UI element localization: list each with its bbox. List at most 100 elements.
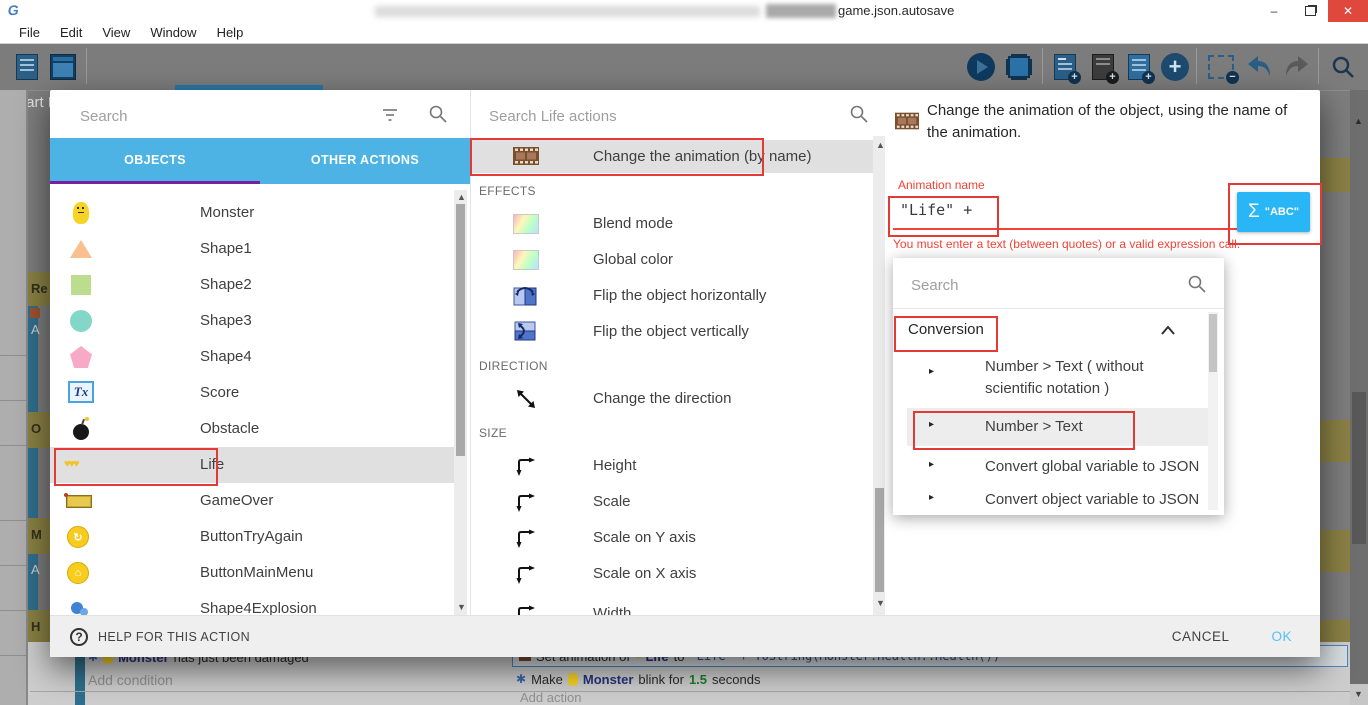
scroll-up-icon[interactable]: ▲: [457, 192, 466, 202]
search-icon[interactable]: [428, 104, 448, 124]
add-comment-icon[interactable]: +: [1086, 50, 1120, 84]
scrollbar-thumb[interactable]: [1209, 314, 1217, 372]
scrollbar-thumb[interactable]: [1352, 392, 1366, 544]
action-label: Scale on X axis: [593, 565, 696, 582]
object-row-buttontryagain[interactable]: ↻ ButtonTryAgain: [50, 519, 454, 555]
event-text-fragment: A: [31, 322, 40, 337]
event-mini-icon: [30, 308, 40, 318]
dialog-footer: ? HELP FOR THIS ACTION CANCEL OK: [50, 615, 1320, 657]
object-row-shape4explosion[interactable]: Shape4Explosion: [50, 591, 454, 615]
action-description: Change the animation of the object, usin…: [927, 100, 1312, 144]
bomb-icon: [68, 416, 94, 442]
object-label: Score: [200, 384, 239, 401]
expression-group-conversion[interactable]: Conversion: [893, 314, 1208, 350]
action-label: Blend mode: [593, 215, 673, 232]
add-event-icon[interactable]: +: [1048, 50, 1082, 84]
object-row-shape1[interactable]: Shape1: [50, 231, 454, 267]
expression-item[interactable]: ▸ Convert global variable to JSON: [893, 450, 1208, 484]
action-row-scale-x[interactable]: Scale on X axis: [471, 556, 871, 592]
menu-help[interactable]: Help: [208, 25, 253, 40]
object-row-score[interactable]: Tx Score: [50, 375, 454, 411]
tab-other-actions[interactable]: OTHER ACTIONS: [260, 138, 470, 181]
action-label: Width: [593, 605, 631, 615]
action-row-global-color[interactable]: Global color: [471, 242, 871, 278]
action-row-width[interactable]: Width: [471, 596, 871, 615]
minimize-button[interactable]: –: [1256, 0, 1292, 22]
search-icon[interactable]: [1187, 274, 1207, 294]
object-row-shape4[interactable]: Shape4: [50, 339, 454, 375]
cancel-button[interactable]: CANCEL: [1172, 629, 1230, 644]
object-row-gameover[interactable]: GameOver: [50, 483, 454, 519]
filter-icon[interactable]: [380, 108, 400, 122]
action-label: Flip the object vertically: [593, 323, 749, 340]
help-link[interactable]: HELP FOR THIS ACTION: [98, 630, 250, 644]
actions-search-input[interactable]: [487, 102, 821, 130]
action-row-scale[interactable]: Scale: [471, 484, 871, 520]
expression-search-input[interactable]: [909, 272, 1163, 298]
close-button[interactable]: ✕: [1328, 0, 1368, 22]
action-row-flip-vertically[interactable]: Flip the object vertically: [471, 314, 871, 350]
scroll-down-icon[interactable]: ▼: [876, 598, 885, 608]
add-condition-link[interactable]: Add condition: [88, 672, 173, 688]
animation-name-input[interactable]: [898, 196, 1232, 224]
help-icon: ?: [70, 628, 88, 646]
debug-icon[interactable]: [1002, 50, 1036, 84]
action-row-blend-mode[interactable]: Blend mode: [471, 206, 871, 242]
event-comment-row: M: [28, 518, 52, 554]
expression-builder-button[interactable]: Σ "ABC": [1237, 192, 1310, 232]
scrollbar-thumb[interactable]: [875, 488, 884, 592]
scroll-up-icon[interactable]: ▲: [1354, 116, 1363, 126]
triangle-icon: [68, 236, 94, 262]
resize-icon: [515, 564, 537, 584]
scrollbar-thumb[interactable]: [456, 204, 465, 456]
redo-icon[interactable]: [1280, 50, 1314, 84]
chevron-up-icon: [1161, 326, 1175, 335]
menu-window[interactable]: Window: [141, 25, 205, 40]
action-row-change-direction[interactable]: Change the direction: [471, 381, 871, 417]
action-row-flip-horizontally[interactable]: Flip the object horizontally: [471, 278, 871, 314]
action-text: seconds: [712, 672, 760, 687]
add-action-link[interactable]: Add action: [520, 690, 581, 705]
action-row-selected[interactable]: Change the animation (by name): [471, 140, 873, 173]
objects-search-input[interactable]: [78, 102, 362, 130]
maximize-button[interactable]: [1292, 0, 1328, 22]
object-name: Monster: [583, 672, 634, 687]
expression-item-selected[interactable]: ▸ Number > Text: [907, 408, 1208, 446]
restore-icon: [1305, 6, 1316, 16]
event-action-row[interactable]: ✱ Make Monster blink for 1.5 seconds: [516, 670, 760, 688]
object-row-buttonmainmenu[interactable]: ⌂ ButtonMainMenu: [50, 555, 454, 591]
play-icon[interactable]: [964, 50, 998, 84]
dark-doc-plus-icon: +: [1092, 54, 1114, 80]
action-editor-dialog: OBJECTS OTHER ACTIONS Monster: [50, 90, 1320, 657]
scroll-down-icon[interactable]: ▼: [1354, 689, 1363, 699]
undo-icon[interactable]: [1242, 50, 1276, 84]
add-subevent-icon[interactable]: +: [1122, 50, 1156, 84]
add-other-icon[interactable]: +: [1158, 50, 1192, 84]
menu-edit[interactable]: Edit: [51, 25, 91, 40]
expand-triangle-icon: ▸: [929, 366, 934, 377]
menu-file[interactable]: File: [10, 25, 49, 40]
active-tab-underline: [50, 181, 260, 184]
action-row-height[interactable]: Height: [471, 448, 871, 484]
search-icon[interactable]: [1326, 50, 1360, 84]
plus-circle-icon: +: [1161, 53, 1189, 81]
object-row-obstacle[interactable]: Obstacle: [50, 411, 454, 447]
action-row-scale-y[interactable]: Scale on Y axis: [471, 520, 871, 556]
object-row-monster[interactable]: Monster: [50, 195, 454, 231]
scene-editor-icon[interactable]: [46, 50, 80, 84]
object-row-shape3[interactable]: Shape3: [50, 303, 454, 339]
monster-icon: [68, 200, 94, 226]
object-row-life-selected[interactable]: ♥♥♥ Life: [50, 447, 454, 483]
scroll-down-icon[interactable]: ▼: [457, 602, 466, 612]
scroll-up-icon[interactable]: ▲: [876, 140, 885, 150]
search-icon[interactable]: [849, 104, 869, 124]
remove-selection-icon[interactable]: −: [1204, 50, 1238, 84]
object-row-shape2[interactable]: Shape2: [50, 267, 454, 303]
tab-objects[interactable]: OBJECTS: [50, 138, 260, 181]
menu-view[interactable]: View: [93, 25, 139, 40]
ok-button[interactable]: OK: [1271, 629, 1292, 644]
project-events-icon[interactable]: [10, 50, 44, 84]
text-object-icon: Tx: [68, 381, 94, 403]
expression-item[interactable]: ▸ Number > Text ( without scientific not…: [893, 350, 1208, 408]
expression-item[interactable]: ▸ Convert object variable to JSON: [893, 484, 1208, 515]
